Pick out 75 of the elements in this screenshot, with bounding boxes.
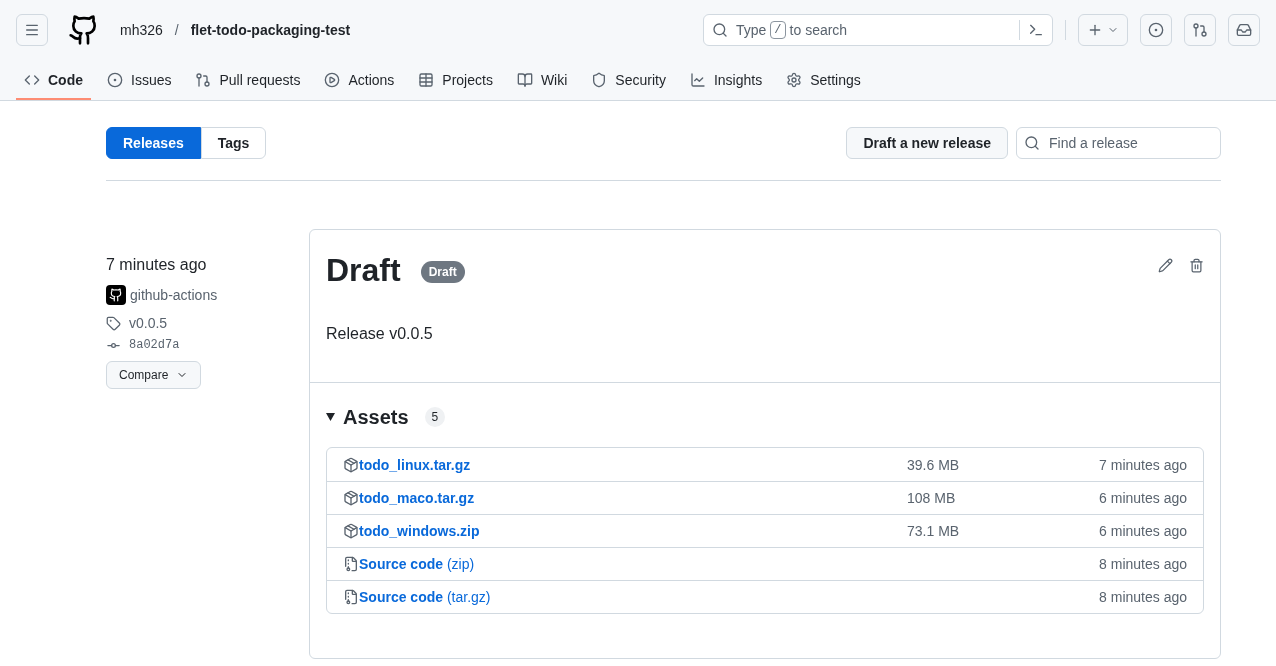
issue-icon [107,72,123,88]
avatar-icon [106,285,126,305]
table-icon [418,72,435,88]
draft-release-button[interactable]: Draft a new release [846,126,1008,159]
asset-size: 73.1 MB [907,522,961,541]
repo-tab[interactable]: Wiki [508,70,576,100]
assets-heading: Assets [343,405,409,430]
menu-button[interactable] [16,14,48,46]
tag-link[interactable]: v0.0.5 [129,313,168,333]
asset-time: 6 minutes ago [1098,522,1187,541]
owner-link[interactable]: mh326 [120,20,163,40]
release-time: 7 minutes ago [106,255,207,275]
settings-icon [786,72,803,88]
book-icon [516,72,533,88]
release-title: Draft [326,251,401,290]
package-icon [343,523,359,539]
pull-requests-button[interactable] [1184,14,1216,46]
search-field[interactable]: Type / to search [703,14,1053,46]
graph-icon [689,72,706,88]
repo-tab[interactable]: Issues [99,70,180,100]
issues-button[interactable] [1140,14,1172,46]
asset-size: 108 MB [907,489,957,508]
create-button[interactable] [1078,14,1128,46]
search-hint: Type [736,21,767,40]
repo-tab[interactable]: Code [16,70,91,100]
search-icon [712,22,728,38]
asset-link[interactable]: Source code (tar.gz) [359,587,491,607]
author-link[interactable]: github-actions [130,285,218,305]
asset-time: 8 minutes ago [1098,555,1187,574]
asset-link[interactable]: todo_maco.tar.gz [359,488,475,508]
edit-icon[interactable] [1158,258,1173,273]
shortcut-key: / [770,21,786,39]
shield-icon [591,72,608,88]
asset-link[interactable]: Source code (zip) [359,554,475,574]
inbox-icon [1236,22,1252,38]
releases-tags-toggle[interactable]: Releases [106,126,201,159]
repo-tab[interactable]: Actions [316,70,403,100]
zip-file-icon [343,589,359,605]
plus-icon [1087,22,1103,38]
commit-link[interactable]: 8a02d7a [129,337,180,353]
find-release-field[interactable]: Find a release [1016,126,1221,159]
draft-label: Draft [420,261,465,283]
path-separator: / [174,21,179,40]
asset-link[interactable]: todo_windows.zip [359,521,480,541]
package-icon [343,490,359,506]
command-palette-icon[interactable] [1028,22,1044,38]
repo-link[interactable]: flet-todo-packaging-test [190,20,351,40]
asset-time: 6 minutes ago [1098,489,1187,508]
repo-tab[interactable]: Projects [410,70,501,100]
asset-time: 7 minutes ago [1098,455,1187,475]
releases-tags-toggle[interactable]: Tags [200,126,267,159]
asset-link[interactable]: todo_linux.tar.gz [359,454,471,475]
pull-request-icon [195,72,212,88]
asset-size: 39.6 MB [907,455,961,475]
asset-time: 8 minutes ago [1098,588,1187,607]
package-icon [343,456,359,473]
repo-tab[interactable]: Security [583,70,674,100]
repo-tab[interactable]: Insights [681,70,771,100]
search-hint: to search [789,21,848,40]
delete-icon[interactable] [1189,258,1204,273]
assets-count: 5 [424,407,446,427]
code-icon [24,72,40,88]
play-icon [324,72,341,88]
zip-file-icon [343,556,359,572]
issue-icon [1148,22,1164,38]
tag-icon [106,315,121,331]
release-notes: Release v0.0.5 [326,324,434,344]
search-icon [1024,134,1040,151]
pull-request-icon [1192,22,1208,38]
repo-tab[interactable]: Pull requests [187,70,309,100]
repo-tab[interactable]: Settings [778,70,869,100]
expanded-triangle-icon[interactable] [326,413,335,421]
menu-icon [24,22,40,38]
inbox-button[interactable] [1228,14,1260,46]
compare-button[interactable]: Compare [106,361,202,389]
